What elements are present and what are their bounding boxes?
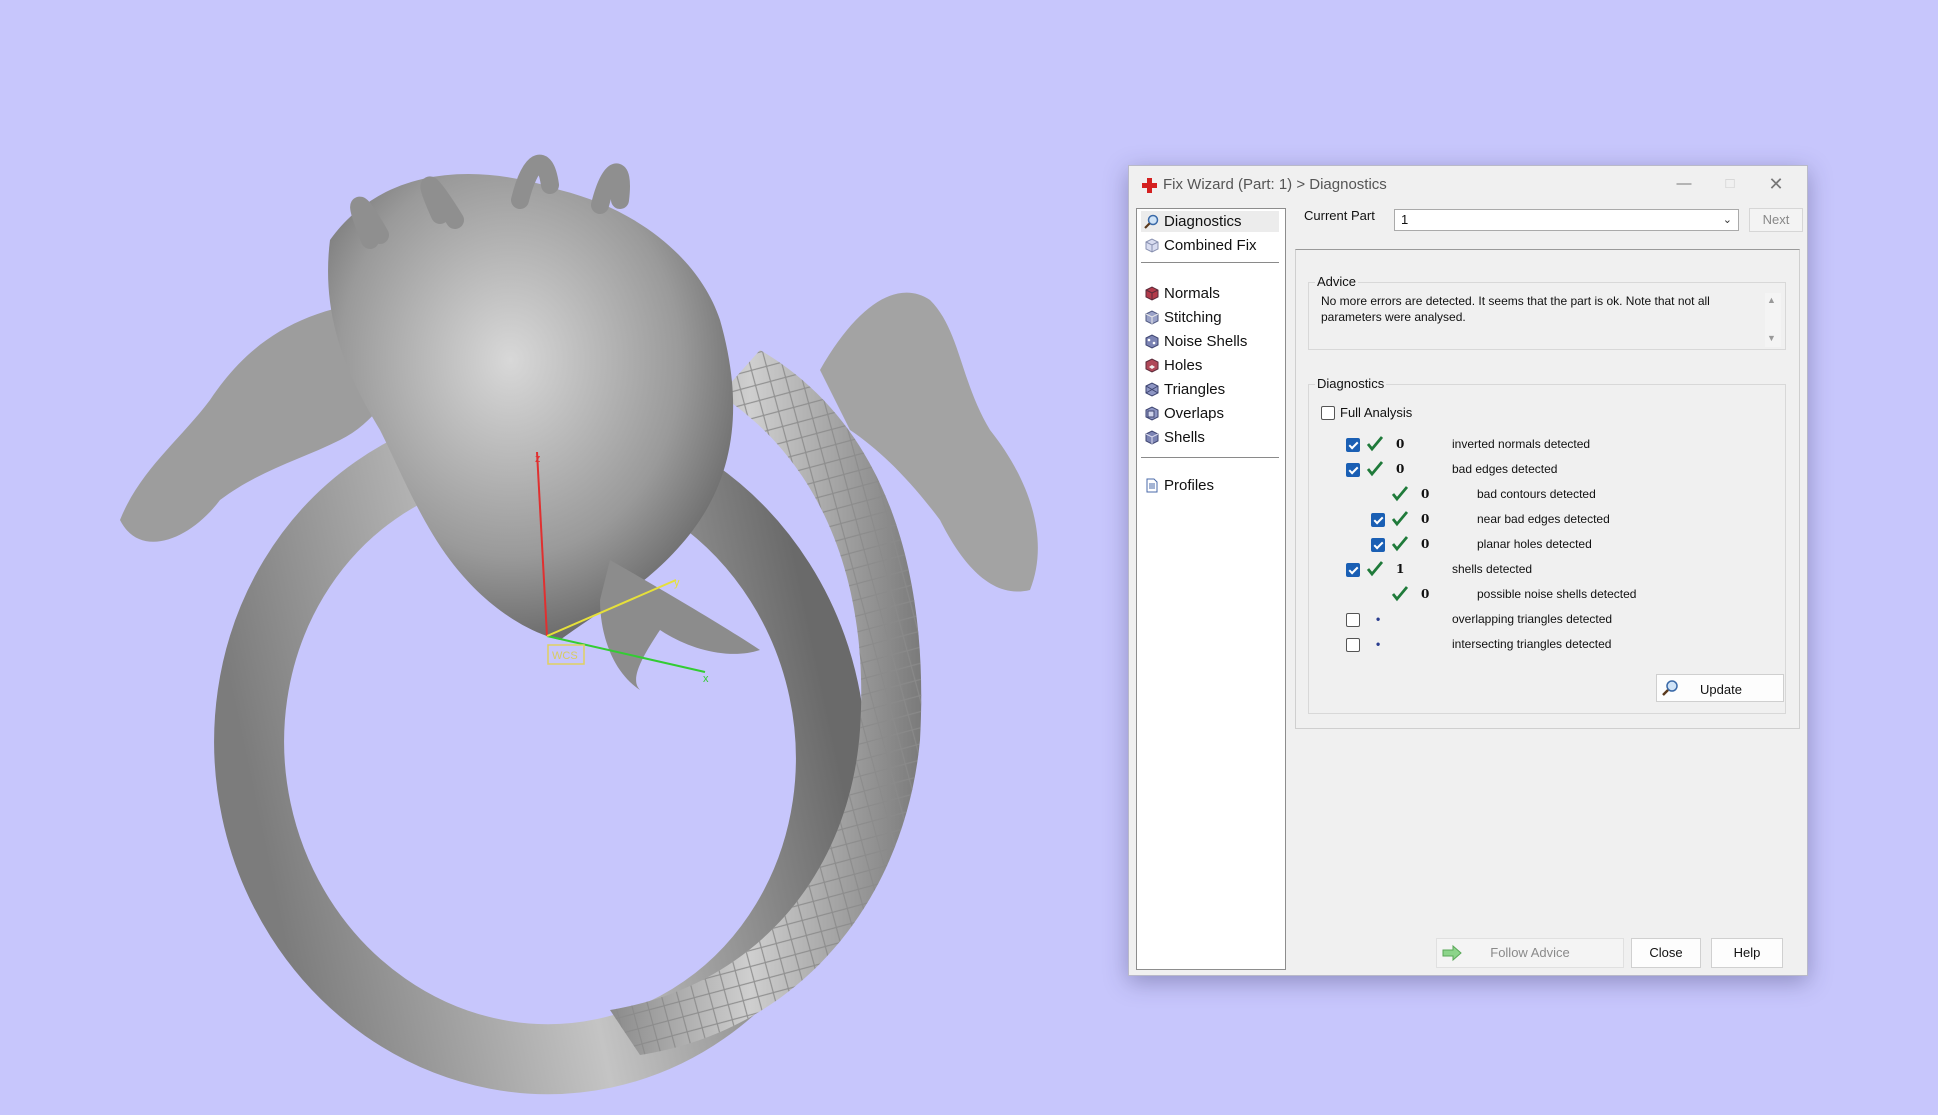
diagnostic-row: • intersecting triangles detected <box>1309 635 1789 655</box>
scroll-down-icon[interactable]: ▼ <box>1767 333 1776 343</box>
diagnostic-checkbox[interactable] <box>1371 513 1385 527</box>
help-button[interactable]: Help <box>1711 938 1783 968</box>
shells-icon <box>1145 430 1159 445</box>
diagnostic-count: 0 <box>1396 437 1405 451</box>
check-icon <box>1366 461 1384 477</box>
wcs-label: WCS <box>552 650 578 662</box>
diagnostic-row: • overlapping triangles detected <box>1309 610 1789 630</box>
sidebar-item-profiles[interactable]: Profiles <box>1141 475 1279 496</box>
diagnostic-row: 0 near bad edges detected <box>1309 510 1789 530</box>
magnifier-icon <box>1144 214 1159 229</box>
full-analysis-checkbox[interactable] <box>1321 406 1335 420</box>
close-window-button[interactable]: ✕ <box>1753 166 1799 202</box>
sidebar-item-triangles[interactable]: Triangles <box>1141 379 1279 400</box>
maximize-button[interactable]: □ <box>1707 166 1753 202</box>
y-axis-label: y <box>674 577 680 589</box>
holes-icon <box>1145 358 1159 373</box>
minimize-button[interactable]: — <box>1661 166 1707 202</box>
z-axis-label: z <box>535 453 541 465</box>
diagnostic-label: bad contours detected <box>1477 487 1596 501</box>
diagnostic-label: near bad edges detected <box>1477 512 1610 526</box>
diagnostic-label: bad edges detected <box>1452 462 1558 476</box>
fix-wizard-dialog: Fix Wizard (Part: 1) > Diagnostics — □ ✕… <box>1128 165 1808 976</box>
advice-scrollbar[interactable]: ▲ ▼ <box>1765 293 1781 347</box>
check-icon <box>1366 436 1384 452</box>
diagnostic-label: planar holes detected <box>1477 537 1592 551</box>
stitching-icon <box>1145 310 1159 325</box>
diagnostic-label: possible noise shells detected <box>1477 587 1637 601</box>
title-bar[interactable]: Fix Wizard (Part: 1) > Diagnostics — □ ✕ <box>1129 166 1807 204</box>
diagnostic-count: 0 <box>1396 462 1405 476</box>
diagnostic-label: inverted normals detected <box>1452 437 1591 451</box>
sidebar-item-shells[interactable]: Shells <box>1141 427 1279 448</box>
chevron-down-icon: ⌄ <box>1722 214 1732 226</box>
diagnostic-count: 1 <box>1396 562 1405 576</box>
red-cross-icon <box>1142 178 1157 193</box>
pending-dot-icon: • <box>1376 637 1381 651</box>
scroll-up-icon[interactable]: ▲ <box>1767 295 1776 305</box>
diagnostic-row: 1 shells detected <box>1309 560 1789 580</box>
diagnostic-checkbox[interactable] <box>1346 563 1360 577</box>
check-icon <box>1391 511 1409 527</box>
diagnostic-checkbox[interactable] <box>1346 463 1360 477</box>
document-icon <box>1146 478 1158 493</box>
current-part-value: 1 <box>1401 212 1409 227</box>
diagnostic-count: 0 <box>1421 512 1430 526</box>
pending-dot-icon: • <box>1376 612 1381 626</box>
diagnostic-label: overlapping triangles detected <box>1452 612 1613 626</box>
sidebar-item-diagnostics[interactable]: Diagnostics <box>1141 211 1279 232</box>
sidebar-divider <box>1141 262 1279 263</box>
check-icon <box>1366 561 1384 577</box>
update-button[interactable]: Update <box>1656 674 1784 702</box>
diagnostic-label: intersecting triangles detected <box>1452 637 1612 651</box>
diagnostics-group: Diagnostics Full Analysis 0 inverted norm… <box>1308 376 1789 714</box>
current-part-label: Current Part <box>1304 208 1375 223</box>
advice-textbox[interactable]: No more errors are detected. It seems th… <box>1321 293 1781 347</box>
full-analysis-label: Full Analysis <box>1340 405 1413 420</box>
wizard-sidebar: Diagnostics Combined Fix Normals Stitchi… <box>1136 208 1286 970</box>
diagnostic-count: 0 <box>1421 487 1430 501</box>
diagnostic-count: 0 <box>1421 537 1430 551</box>
arrow-right-icon <box>1442 944 1462 962</box>
noise-shells-icon <box>1145 334 1159 349</box>
diagnostic-row: 0 bad edges detected <box>1309 460 1789 480</box>
advice-group: Advice No more errors are detected. It s… <box>1308 274 1786 350</box>
advice-title: Advice <box>1315 274 1359 289</box>
dragon-head <box>328 174 734 640</box>
window-title: Fix Wizard (Part: 1) > Diagnostics <box>1163 176 1387 193</box>
check-icon <box>1391 586 1409 602</box>
overlaps-icon <box>1145 406 1159 421</box>
diagnostic-row: 0 possible noise shells detected <box>1309 585 1789 605</box>
normals-cube-icon <box>1145 286 1159 301</box>
diagnostic-row: 0 bad contours detected <box>1309 485 1789 505</box>
check-icon <box>1391 536 1409 552</box>
diagnostic-checkbox[interactable] <box>1346 438 1360 452</box>
sidebar-item-combined-fix[interactable]: Combined Fix <box>1141 235 1279 256</box>
sidebar-item-noise-shells[interactable]: Noise Shells <box>1141 331 1279 352</box>
cube-icon <box>1145 238 1159 253</box>
check-icon <box>1391 486 1409 502</box>
diagnostic-checkbox[interactable] <box>1371 538 1385 552</box>
diagnostic-checkbox[interactable] <box>1346 613 1360 627</box>
current-part-select[interactable]: 1 ⌄ <box>1394 209 1739 231</box>
diagnostics-title: Diagnostics <box>1315 376 1387 391</box>
x-axis-label: x <box>703 673 709 685</box>
sidebar-item-stitching[interactable]: Stitching <box>1141 307 1279 328</box>
next-button[interactable]: Next <box>1749 208 1803 232</box>
follow-advice-button[interactable]: Follow Advice <box>1436 938 1624 968</box>
sidebar-item-normals[interactable]: Normals <box>1141 283 1279 304</box>
sidebar-item-holes[interactable]: Holes <box>1141 355 1279 376</box>
sidebar-divider <box>1141 457 1279 458</box>
diagnostic-count: 0 <box>1421 587 1430 601</box>
advice-text: No more errors are detected. It seems th… <box>1321 294 1710 324</box>
diagnostic-label: shells detected <box>1452 562 1533 576</box>
diagnostics-panel: Advice No more errors are detected. It s… <box>1295 249 1800 729</box>
sidebar-item-overlaps[interactable]: Overlaps <box>1141 403 1279 424</box>
diagnostic-row: 0 inverted normals detected <box>1309 435 1789 455</box>
triangles-icon <box>1145 382 1159 397</box>
diagnostic-checkbox[interactable] <box>1346 638 1360 652</box>
diagnostic-row: 0 planar holes detected <box>1309 535 1789 555</box>
close-button[interactable]: Close <box>1631 938 1701 968</box>
